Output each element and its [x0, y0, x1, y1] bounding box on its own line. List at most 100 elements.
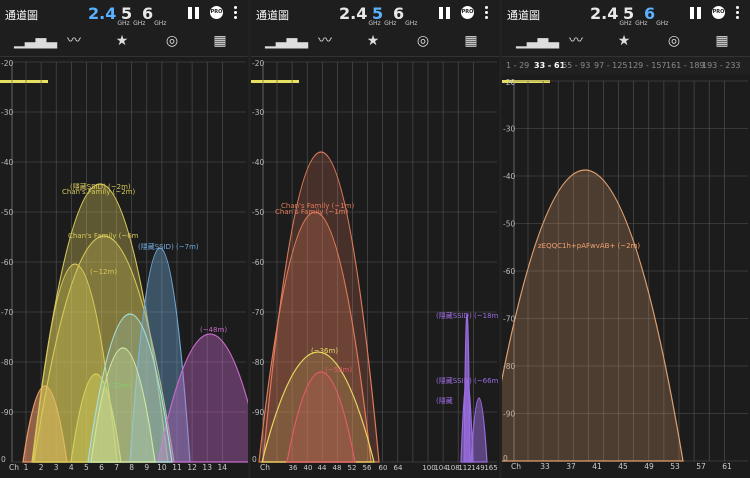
y-tick-label: -30 — [252, 108, 264, 117]
x-tick-label: 3 — [54, 463, 59, 472]
view-tabs: ▁▃▅▃ 〰 ★ ◎ ▦ — [0, 28, 248, 83]
y-tick-label: -40 — [503, 172, 515, 181]
more-menu-icon[interactable] — [736, 6, 739, 20]
band-6-button[interactable]: 6GHz — [644, 4, 669, 28]
channel-rating-tab-icon[interactable]: ★ — [110, 31, 134, 51]
y-tick-label: -60 — [252, 258, 264, 267]
x-tick-label: 149 — [471, 464, 484, 472]
panel-5ghz: 通道圖 2.4GHz 5GHz 6GHz PRO ▁▃▅▃ 〰 ★ ◎ ▦ -2… — [251, 0, 499, 478]
y-tick-label: -30 — [503, 125, 515, 134]
y-tick-label: 0 — [252, 455, 257, 464]
channel-graph-tab-icon[interactable]: ▁▃▅▃ — [516, 31, 559, 51]
x-tick-label: 45 — [618, 462, 628, 471]
dashboard-tab-icon[interactable]: ▦ — [208, 31, 232, 51]
channel-range-option[interactable]: 65 - 93 — [562, 61, 590, 70]
network-label: (隱藏 — [436, 396, 453, 405]
x-axis-label: Ch — [511, 462, 521, 471]
band-label: 2.4 — [339, 4, 368, 23]
time-graph-tab-icon[interactable]: 〰 — [313, 31, 337, 51]
y-tick-label: -60 — [1, 258, 13, 267]
pro-badge-icon[interactable]: PRO — [712, 6, 725, 19]
y-tick-label: -20 — [252, 59, 264, 68]
band-label: 5 — [121, 4, 133, 23]
channel-graph-tab-icon[interactable]: ▁▃▅▃ — [14, 31, 57, 51]
band-label: 6 — [393, 4, 405, 23]
top-bar: 通道圖 2.4GHz 5GHz 6GHz PRO — [251, 0, 499, 28]
x-tick-label: 1 — [24, 463, 29, 472]
x-tick-label: 165 — [484, 464, 497, 472]
network-arc — [460, 379, 474, 463]
dashboard-tab-icon[interactable]: ▦ — [459, 31, 483, 51]
x-tick-label: 7 — [114, 463, 119, 472]
channel-range-option[interactable]: 193 - 233 — [702, 61, 741, 70]
channel-range-option[interactable]: 33 - 61 — [534, 61, 565, 70]
x-tick-label: 6 — [99, 463, 104, 472]
band-unit: GHz — [154, 20, 167, 28]
network-label: (隱藏SSID) (~18m — [436, 311, 499, 320]
pause-icon[interactable] — [690, 7, 701, 19]
x-tick-label: 8 — [129, 463, 134, 472]
channel-graph-chart: -20 -30 -40 -50 -60 -70 -80 -90 0 36 40 44 48 52 56 60 6… — [252, 59, 499, 472]
x-axis-label: Ch — [9, 463, 19, 472]
y-tick-label: -50 — [503, 220, 515, 229]
x-tick-label: 33 — [540, 462, 550, 471]
dashboard-tab-icon[interactable]: ▦ — [710, 31, 734, 51]
channel-graph-chart: -20-30-40-50-60-70-80-9001 2 3 4 5 6 7 8 9 10 11 12… — [1, 59, 248, 472]
x-tick-label: 41 — [592, 462, 602, 471]
time-graph-tab-icon[interactable]: 〰 — [564, 31, 588, 51]
network-label: Chan's Family (~6m — [68, 232, 139, 240]
time-graph-tab-icon[interactable]: 〰 — [62, 31, 86, 51]
pro-badge-icon[interactable]: PRO — [461, 6, 474, 19]
network-label: Chan's Family (~2m) — [62, 188, 135, 196]
y-tick-label: 0 — [1, 455, 6, 464]
band-label: 5 — [623, 4, 635, 23]
x-tick-label: 37 — [566, 462, 576, 471]
network-label: (~48m) — [200, 326, 227, 334]
access-points-tab-icon[interactable]: ◎ — [662, 31, 686, 51]
band-6-button[interactable]: 6GHz — [393, 4, 417, 27]
top-bar: 通道圖 2.4GHz 5GHz 6GHz PRO — [502, 0, 750, 28]
x-tick-label: 44 — [318, 464, 327, 472]
x-tick-label: 13 — [202, 463, 212, 472]
channel-range-option[interactable]: 97 - 125 — [594, 61, 627, 70]
x-tick-label: 36 — [289, 464, 298, 472]
channel-rating-tab-icon[interactable]: ★ — [361, 31, 385, 51]
panel-2-4ghz: 通道圖 2.4GHz 5GHz 6GHz PRO ▁▃▅▃ 〰 ★ ◎ ▦ -2… — [0, 0, 248, 478]
x-tick-label: 2 — [39, 463, 44, 472]
network-label: (隱藏SSID) (~7m) — [138, 242, 199, 251]
pro-badge-icon[interactable]: PRO — [210, 6, 223, 19]
pause-icon[interactable] — [439, 7, 450, 19]
y-tick-label: -30 — [1, 108, 13, 117]
more-menu-icon[interactable] — [234, 6, 237, 20]
app-title: 通道圖 — [256, 9, 289, 22]
network-label: (~12m) — [90, 268, 117, 276]
channel-range-option[interactable]: 1 - 29 — [506, 61, 529, 70]
x-tick-label: 57 — [696, 462, 706, 471]
y-tick-label: -50 — [1, 208, 13, 217]
network-arc — [502, 169, 684, 462]
channel-range-option[interactable]: 129 - 157 — [628, 61, 667, 70]
band-6-button[interactable]: 6GHz — [142, 4, 167, 28]
access-points-tab-icon[interactable]: ◎ — [160, 31, 184, 51]
channel-graph-tab-icon[interactable]: ▁▃▅▃ — [265, 31, 308, 51]
app-title: 通道圖 — [5, 9, 38, 22]
network-label: Chan's Family (~1m) — [275, 208, 348, 216]
x-tick-label: 53 — [670, 462, 680, 471]
network-label: zEQQC1h+pAFwvAB+ (~2m) — [538, 242, 640, 250]
x-tick-label: 60 — [379, 464, 388, 472]
channel-graph-chart: -20-30-40-50-60-70-80-90033 37 41 45 49 53 57 6… — [502, 78, 748, 471]
x-tick-label: 9 — [144, 463, 149, 472]
pause-icon[interactable] — [188, 7, 199, 19]
channel-range-option[interactable]: 161 - 189 — [666, 61, 705, 70]
y-tick-label: -50 — [252, 208, 264, 217]
x-tick-label: 12 — [187, 463, 197, 472]
more-menu-icon[interactable] — [485, 6, 488, 20]
access-points-tab-icon[interactable]: ◎ — [411, 31, 435, 51]
y-tick-label: -90 — [1, 408, 13, 417]
x-tick-label: 4 — [69, 463, 74, 472]
channel-rating-tab-icon[interactable]: ★ — [612, 31, 636, 51]
y-tick-label: -80 — [1, 358, 13, 367]
x-tick-label: 5 — [84, 463, 89, 472]
x-tick-label: 61 — [722, 462, 732, 471]
band-unit: GHz — [656, 20, 669, 28]
